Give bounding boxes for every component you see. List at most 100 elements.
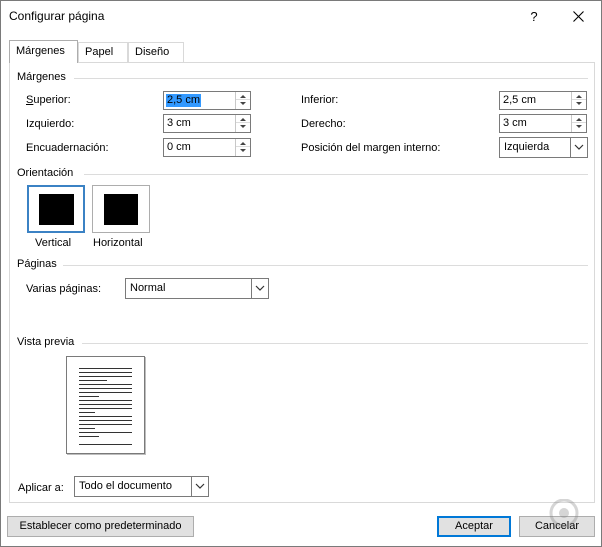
inferior-down-button[interactable] — [572, 100, 586, 108]
window-title: Configurar página — [9, 9, 105, 23]
set-default-button[interactable]: Establecer como predeterminado — [7, 516, 194, 537]
preview-line — [79, 368, 132, 369]
posicion-label: Posición del margen interno: — [301, 142, 441, 154]
multiple-pages-label: Varias páginas: — [26, 283, 102, 295]
apply-to-select[interactable]: Todo el documento — [74, 476, 209, 497]
inferior-arrows — [571, 92, 586, 109]
tab-diseno[interactable]: Diseño — [128, 42, 184, 62]
chevron-up-icon — [576, 118, 582, 121]
superior-spinner[interactable]: 2,5 cm — [163, 91, 251, 110]
close-button[interactable] — [558, 1, 598, 32]
tab-papel[interactable]: Papel — [78, 42, 128, 62]
preview-line — [79, 400, 132, 401]
chevron-up-icon — [240, 118, 246, 121]
posicion-value: Izquierda — [504, 141, 550, 153]
preview-line — [79, 412, 95, 413]
orientation-horizontal-button[interactable] — [92, 185, 150, 233]
logo-icon — [549, 499, 579, 528]
chevron-up-icon — [240, 95, 246, 98]
chevron-down-icon — [240, 125, 246, 128]
chevron-down-icon — [255, 285, 265, 291]
superior-up-button[interactable] — [236, 92, 250, 100]
preview-line — [79, 372, 132, 373]
orientation-group-title: Orientación — [17, 167, 74, 179]
encuadernacion-up-button[interactable] — [236, 139, 250, 147]
margins-group-title: Márgenes — [17, 71, 66, 83]
preview-line — [79, 404, 132, 405]
preview-group-title: Vista previa — [17, 336, 75, 348]
pages-group-title: Páginas — [17, 258, 57, 270]
horizontal-label: Horizontal — [93, 237, 143, 249]
inferior-label: Inferior: — [301, 94, 339, 106]
pages-divider — [63, 265, 588, 266]
encuadernacion-spinner[interactable]: 0 cm — [163, 138, 251, 157]
superior-arrows — [235, 92, 250, 109]
apply-to-value: Todo el documento — [79, 480, 172, 492]
multiple-pages-dropdown-button[interactable] — [251, 279, 268, 298]
close-icon — [572, 11, 584, 22]
tab-margenes[interactable]: Márgenes — [9, 40, 78, 63]
margins-divider — [74, 78, 588, 79]
page-preview — [66, 356, 145, 454]
derecho-label: Derecho: — [301, 118, 346, 130]
page-setup-dialog: Configurar página ? Márgenes Papel Diseñ… — [0, 0, 602, 547]
preview-line — [79, 416, 132, 417]
chevron-down-icon — [576, 102, 582, 105]
apply-to-dropdown-button[interactable] — [191, 477, 208, 496]
izquierdo-spinner[interactable]: 3 cm — [163, 114, 251, 133]
preview-line — [79, 432, 132, 433]
posicion-dropdown-button[interactable] — [570, 138, 587, 157]
preview-line — [79, 408, 132, 409]
encuadernacion-down-button[interactable] — [236, 147, 250, 155]
derecho-down-button[interactable] — [572, 123, 586, 131]
title-bar: Configurar página ? — [1, 1, 601, 32]
orientation-divider — [84, 174, 588, 175]
derecho-arrows — [571, 115, 586, 132]
inferior-spinner[interactable]: 2,5 cm — [499, 91, 587, 110]
superior-down-button[interactable] — [236, 100, 250, 108]
accept-button[interactable]: Aceptar — [437, 516, 511, 537]
encuadernacion-value[interactable]: 0 cm — [166, 141, 192, 154]
landscape-icon — [104, 194, 138, 225]
encuadernacion-arrows — [235, 139, 250, 156]
izquierdo-label: Izquierdo: — [26, 118, 75, 130]
encuadernacion-label: Encuadernación: — [26, 142, 109, 154]
preview-divider — [82, 343, 588, 344]
chevron-down-icon — [195, 483, 205, 489]
preview-line — [79, 380, 107, 381]
help-button[interactable]: ? — [514, 1, 554, 32]
inferior-up-button[interactable] — [572, 92, 586, 100]
preview-line — [79, 396, 99, 397]
inferior-value[interactable]: 2,5 cm — [502, 94, 537, 107]
posicion-select[interactable]: Izquierda — [499, 137, 588, 158]
chevron-down-icon — [576, 125, 582, 128]
multiple-pages-select[interactable]: Normal — [125, 278, 269, 299]
vertical-label: Vertical — [35, 237, 72, 249]
tab-panel: Márgenes Superior: 2,5 cm Izquierdo: 3 c… — [9, 62, 595, 503]
chevron-up-icon — [240, 142, 246, 145]
apply-to-label: Aplicar a: — [18, 482, 64, 494]
superior-label-text: uperior: — [33, 94, 71, 106]
multiple-pages-value: Normal — [130, 282, 166, 294]
izquierdo-down-button[interactable] — [236, 123, 250, 131]
izquierdo-up-button[interactable] — [236, 115, 250, 123]
izquierdo-value[interactable]: 3 cm — [166, 117, 192, 130]
preview-line — [79, 388, 132, 389]
portrait-icon — [39, 194, 74, 225]
derecho-value[interactable]: 3 cm — [502, 117, 528, 130]
chevron-down-icon — [240, 149, 246, 152]
izquierdo-arrows — [235, 115, 250, 132]
preview-line — [79, 428, 95, 429]
superior-value[interactable]: 2,5 cm — [166, 94, 202, 107]
derecho-spinner[interactable]: 3 cm — [499, 114, 587, 133]
orientation-vertical-button[interactable] — [27, 185, 85, 233]
preview-line — [79, 392, 132, 393]
preview-line — [79, 424, 132, 425]
derecho-up-button[interactable] — [572, 115, 586, 123]
preview-line — [79, 384, 132, 385]
chevron-up-icon — [576, 95, 582, 98]
preview-line — [79, 376, 132, 377]
superior-label: Superior: — [26, 94, 71, 106]
chevron-down-icon — [240, 102, 246, 105]
preview-line — [79, 420, 132, 421]
